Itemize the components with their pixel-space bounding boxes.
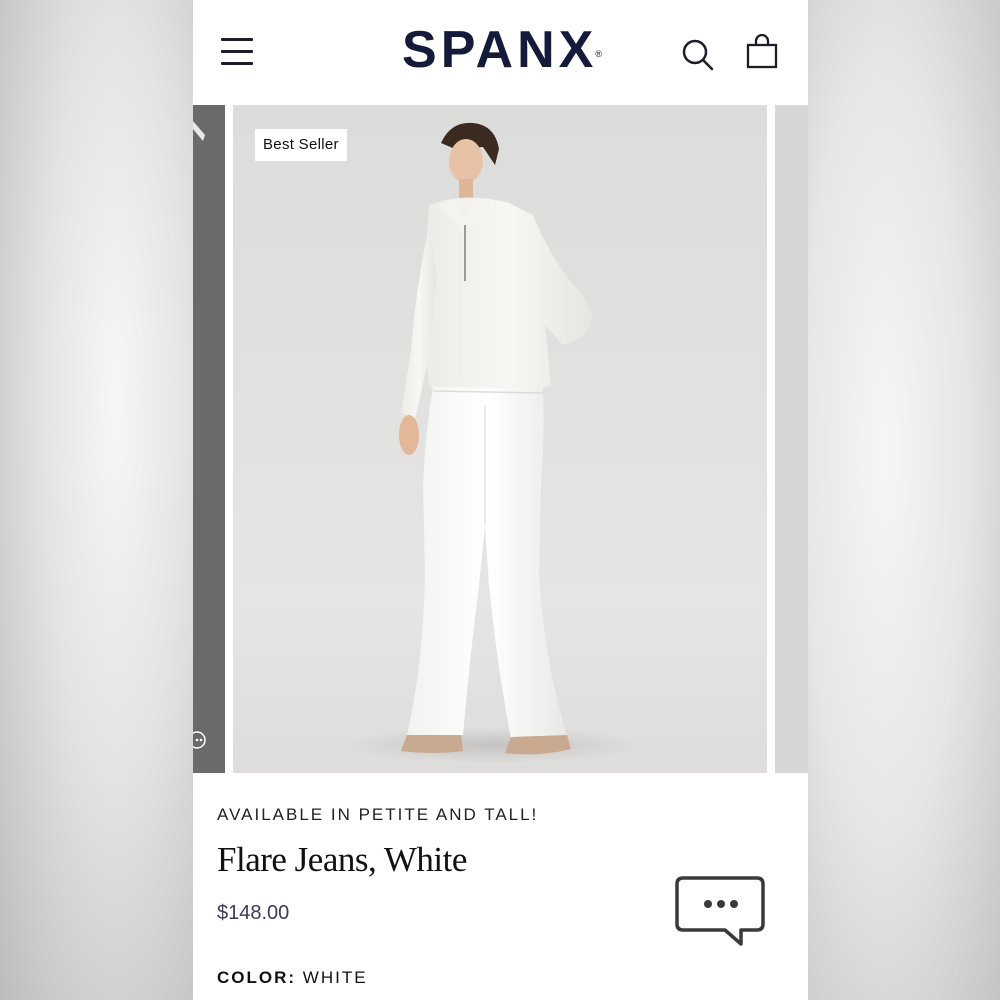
shopping-bag-icon[interactable] [745, 34, 779, 70]
color-selection: COLOR: WHITE [217, 968, 368, 988]
model-wearing-flare-jeans-image [343, 122, 643, 763]
availability-note: AVAILABLE IN PETITE AND TALL! [217, 805, 539, 824]
logo-text: SPANX [402, 21, 598, 79]
color-label: COLOR: [217, 968, 297, 987]
product-title: Flare Jeans, White [217, 840, 467, 879]
background-right [808, 0, 1000, 1000]
next-slide[interactable] [775, 105, 808, 773]
spanx-logo[interactable]: SPANX® [378, 20, 628, 80]
registered-mark: ® [595, 49, 602, 59]
product-image-carousel[interactable]: Best Seller [193, 105, 808, 775]
previous-slide[interactable] [193, 105, 225, 773]
phone-screen: SPANX® Best Seller AVAILABLE IN PETITE A… [193, 0, 808, 1000]
best-seller-badge: Best Seller [255, 129, 347, 161]
chat-bubble-icon[interactable] [675, 874, 767, 950]
partial-product-icon [193, 121, 205, 141]
search-icon[interactable] [681, 38, 715, 72]
site-header: SPANX® [193, 0, 808, 105]
product-image-main[interactable]: Best Seller [233, 105, 767, 773]
background-left [0, 0, 193, 1000]
product-price: $148.00 [217, 902, 290, 924]
hamburger-menu-icon[interactable] [221, 38, 253, 66]
color-value: WHITE [302, 968, 368, 987]
partial-circle-icon [193, 731, 206, 749]
